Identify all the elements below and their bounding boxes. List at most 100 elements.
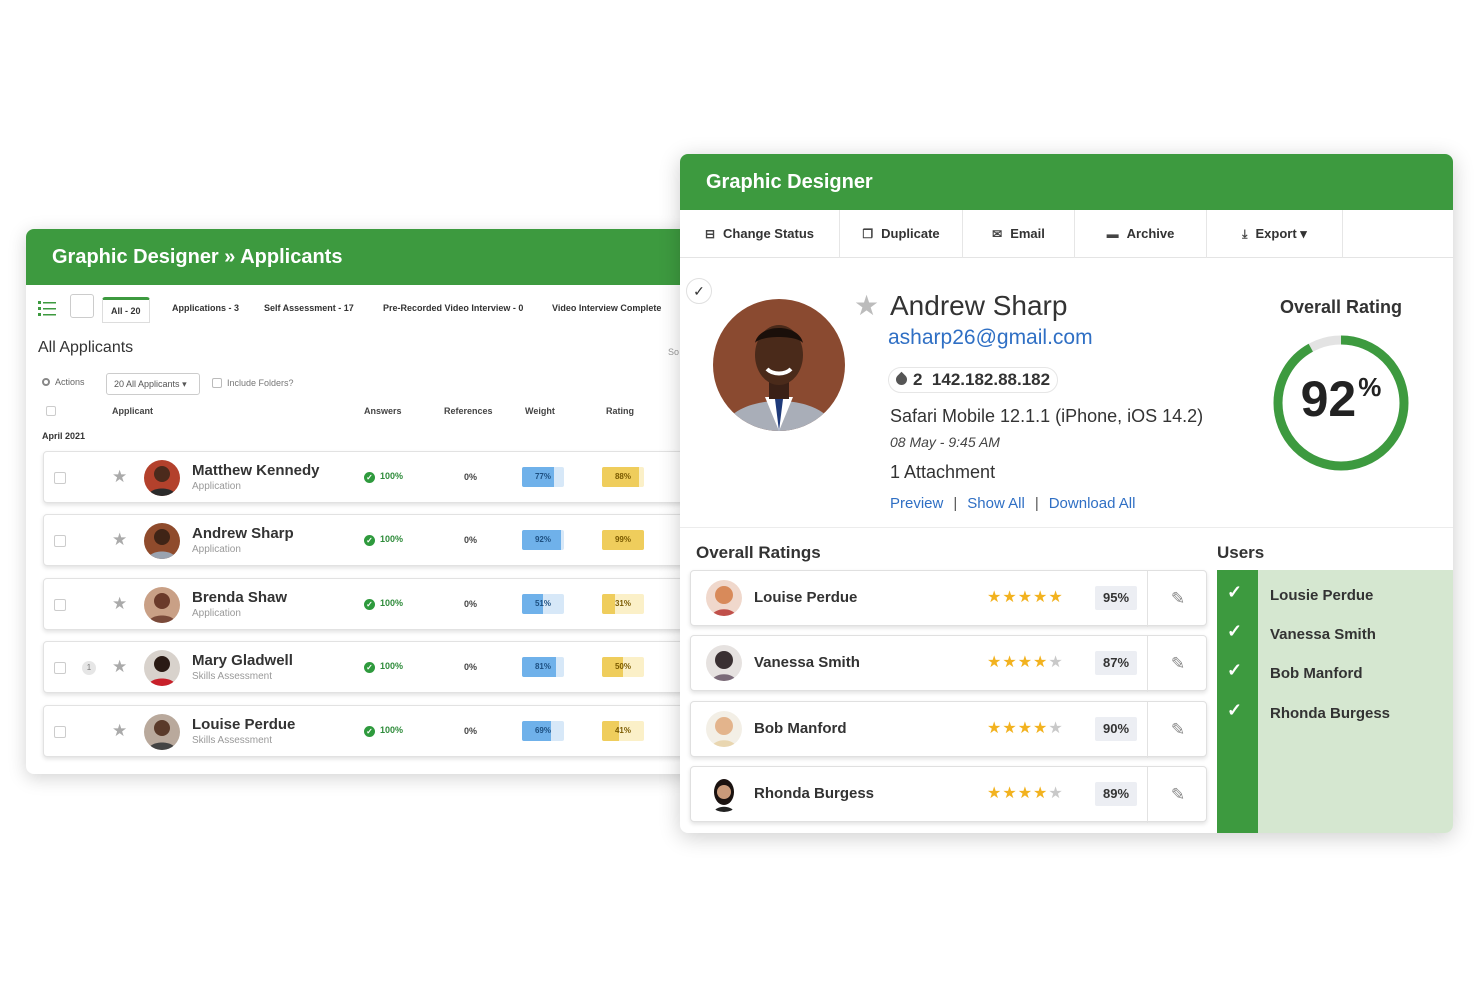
tab-video-interview-complete[interactable]: Video Interview Complete bbox=[548, 297, 665, 323]
applicant-stage: Skills Assessment bbox=[192, 671, 273, 682]
list-view-icon[interactable] bbox=[36, 297, 58, 319]
answers-status: ✓ 100% bbox=[364, 471, 403, 483]
star-icon[interactable]: ★ bbox=[112, 656, 127, 678]
rating-bar: 50% bbox=[602, 657, 644, 677]
row-checkbox[interactable] bbox=[54, 535, 66, 547]
checkbox-icon bbox=[212, 378, 222, 388]
col-references[interactable]: References bbox=[444, 406, 493, 416]
archive-button[interactable]: ▬ Archive bbox=[1075, 210, 1207, 258]
show-all-link[interactable]: Show All bbox=[967, 495, 1025, 512]
applicant-name[interactable]: Matthew Kennedy bbox=[192, 462, 320, 479]
export-button[interactable]: ⤓ Export ▾ bbox=[1207, 210, 1343, 258]
applicant-name[interactable]: Mary Gladwell bbox=[192, 652, 293, 669]
download-all-link[interactable]: Download All bbox=[1049, 495, 1136, 512]
check-circle-icon: ✓ bbox=[364, 726, 375, 737]
star-rating: ★★★★★ bbox=[987, 652, 1064, 672]
avatar bbox=[144, 460, 180, 496]
tab-all[interactable]: All - 20 bbox=[102, 297, 150, 323]
star-rating: ★★★★★ bbox=[987, 587, 1064, 607]
row-checkbox[interactable] bbox=[54, 726, 66, 738]
candidate-email-link[interactable]: asharp26@gmail.com bbox=[888, 326, 1093, 350]
rating-row: Louise Perdue ★★★★★ 95% ✎ bbox=[690, 570, 1208, 627]
applicant-name[interactable]: Louise Perdue bbox=[192, 716, 295, 733]
page-title: All Applicants bbox=[38, 339, 134, 356]
star-icon: ★ bbox=[1048, 785, 1064, 802]
star-icon: ★ bbox=[1017, 589, 1034, 606]
applicant-stage: Application bbox=[192, 608, 241, 619]
star-icon: ★ bbox=[1002, 720, 1018, 737]
avatar bbox=[706, 776, 742, 812]
select-check-icon[interactable]: ✓ bbox=[686, 278, 712, 304]
grid-view-icon[interactable] bbox=[70, 294, 94, 318]
rating-percent: 95% bbox=[1095, 586, 1137, 610]
avatar bbox=[706, 580, 742, 616]
star-icon[interactable]: ★ bbox=[112, 466, 127, 488]
sort-label[interactable]: So bbox=[668, 347, 679, 357]
link-separator: | bbox=[953, 495, 958, 512]
duplicate-button[interactable]: ❐ Duplicate bbox=[840, 210, 963, 258]
applicants-window: Graphic Designer » Applicants All - 20 A… bbox=[26, 229, 726, 774]
drop-icon bbox=[893, 371, 910, 388]
applicant-row[interactable]: ★ Brenda Shaw Application ✓ 100% 0% 51% 3… bbox=[43, 578, 726, 630]
weight-bar: 77% bbox=[522, 467, 564, 487]
tab-applications[interactable]: Applications - 3 bbox=[168, 297, 243, 323]
gear-icon bbox=[42, 378, 50, 386]
browser-info: Safari Mobile 12.1.1 (iPhone, iOS 14.2) bbox=[890, 406, 1204, 426]
star-icon: ★ bbox=[1002, 785, 1018, 802]
check-circle-icon: ✓ bbox=[364, 662, 375, 673]
star-icon[interactable]: ★ bbox=[112, 720, 127, 742]
month-group-label: April 2021 bbox=[42, 431, 86, 441]
avatar bbox=[144, 523, 180, 559]
edit-icon[interactable]: ✎ bbox=[1147, 636, 1208, 692]
select-all-checkbox[interactable] bbox=[46, 406, 56, 416]
row-checkbox[interactable] bbox=[54, 472, 66, 484]
include-folders-checkbox[interactable]: Include Folders? bbox=[212, 378, 294, 388]
candidate-name: Andrew Sharp bbox=[890, 290, 1068, 321]
rating-bar: 99% bbox=[602, 530, 644, 550]
edit-icon[interactable]: ✎ bbox=[1147, 702, 1208, 758]
avatar bbox=[144, 587, 180, 623]
rating-bar: 88% bbox=[602, 467, 644, 487]
applicant-row[interactable]: ★ Louise Perdue Skills Assessment ✓ 100% … bbox=[43, 705, 726, 757]
edit-icon[interactable]: ✎ bbox=[1147, 767, 1208, 823]
col-rating[interactable]: Rating bbox=[606, 406, 634, 416]
tab-self-assessment[interactable]: Self Assessment - 17 bbox=[260, 297, 358, 323]
star-icon: ★ bbox=[1017, 654, 1034, 671]
applicant-filter-select[interactable]: 20 All Applicants ▾ bbox=[106, 373, 200, 395]
caret-down-icon: ▾ bbox=[182, 379, 187, 389]
star-icon[interactable]: ★ bbox=[112, 593, 127, 615]
col-weight[interactable]: Weight bbox=[525, 406, 555, 416]
weight-bar: 69% bbox=[522, 721, 564, 741]
preview-link[interactable]: Preview bbox=[890, 495, 943, 512]
applicant-row[interactable]: ★ Andrew Sharp Application ✓ 100% 0% 92% … bbox=[43, 514, 726, 566]
check-icon: ✓ bbox=[1227, 700, 1243, 720]
check-icon: ✓ bbox=[1227, 582, 1243, 602]
star-icon[interactable]: ★ bbox=[112, 529, 127, 551]
star-icon: ★ bbox=[987, 720, 1003, 737]
email-button[interactable]: ✉ Email bbox=[963, 210, 1075, 258]
rater-name: Rhonda Burgess bbox=[754, 785, 875, 802]
rater-name: Bob Manford bbox=[754, 720, 847, 737]
star-icon: ★ bbox=[1048, 589, 1064, 606]
row-checkbox[interactable] bbox=[54, 662, 66, 674]
applicant-stage: Application bbox=[192, 544, 241, 555]
col-applicant[interactable]: Applicant bbox=[112, 406, 153, 416]
star-icon: ★ bbox=[1017, 785, 1034, 802]
row-checkbox[interactable] bbox=[54, 599, 66, 611]
actions-menu[interactable]: Actions bbox=[42, 377, 85, 387]
applicant-name[interactable]: Andrew Sharp bbox=[192, 525, 294, 542]
applicant-name[interactable]: Brenda Shaw bbox=[192, 589, 287, 606]
star-icon: ★ bbox=[1048, 720, 1064, 737]
user-name: Vanessa Smith bbox=[1270, 626, 1376, 643]
favorite-star-icon[interactable]: ★ bbox=[854, 290, 879, 322]
tab-pre-recorded-video[interactable]: Pre-Recorded Video Interview - 0 bbox=[379, 297, 527, 323]
applicant-stage: Application bbox=[192, 481, 241, 492]
change-status-button[interactable]: ⊟ Change Status bbox=[680, 210, 840, 258]
edit-icon[interactable]: ✎ bbox=[1147, 571, 1208, 627]
applicant-row[interactable]: ★ Matthew Kennedy Application ✓ 100% 0% 7… bbox=[43, 451, 726, 503]
col-answers[interactable]: Answers bbox=[364, 406, 402, 416]
include-folders-label: Include Folders? bbox=[227, 378, 294, 388]
applicant-row[interactable]: 1 ★ Mary Gladwell Skills Assessment ✓ 100… bbox=[43, 641, 726, 693]
applicant-detail-window: Graphic Designer ⊟ Change Status ❐ Duplica… bbox=[680, 154, 1453, 833]
answers-status: ✓ 100% bbox=[364, 661, 403, 673]
